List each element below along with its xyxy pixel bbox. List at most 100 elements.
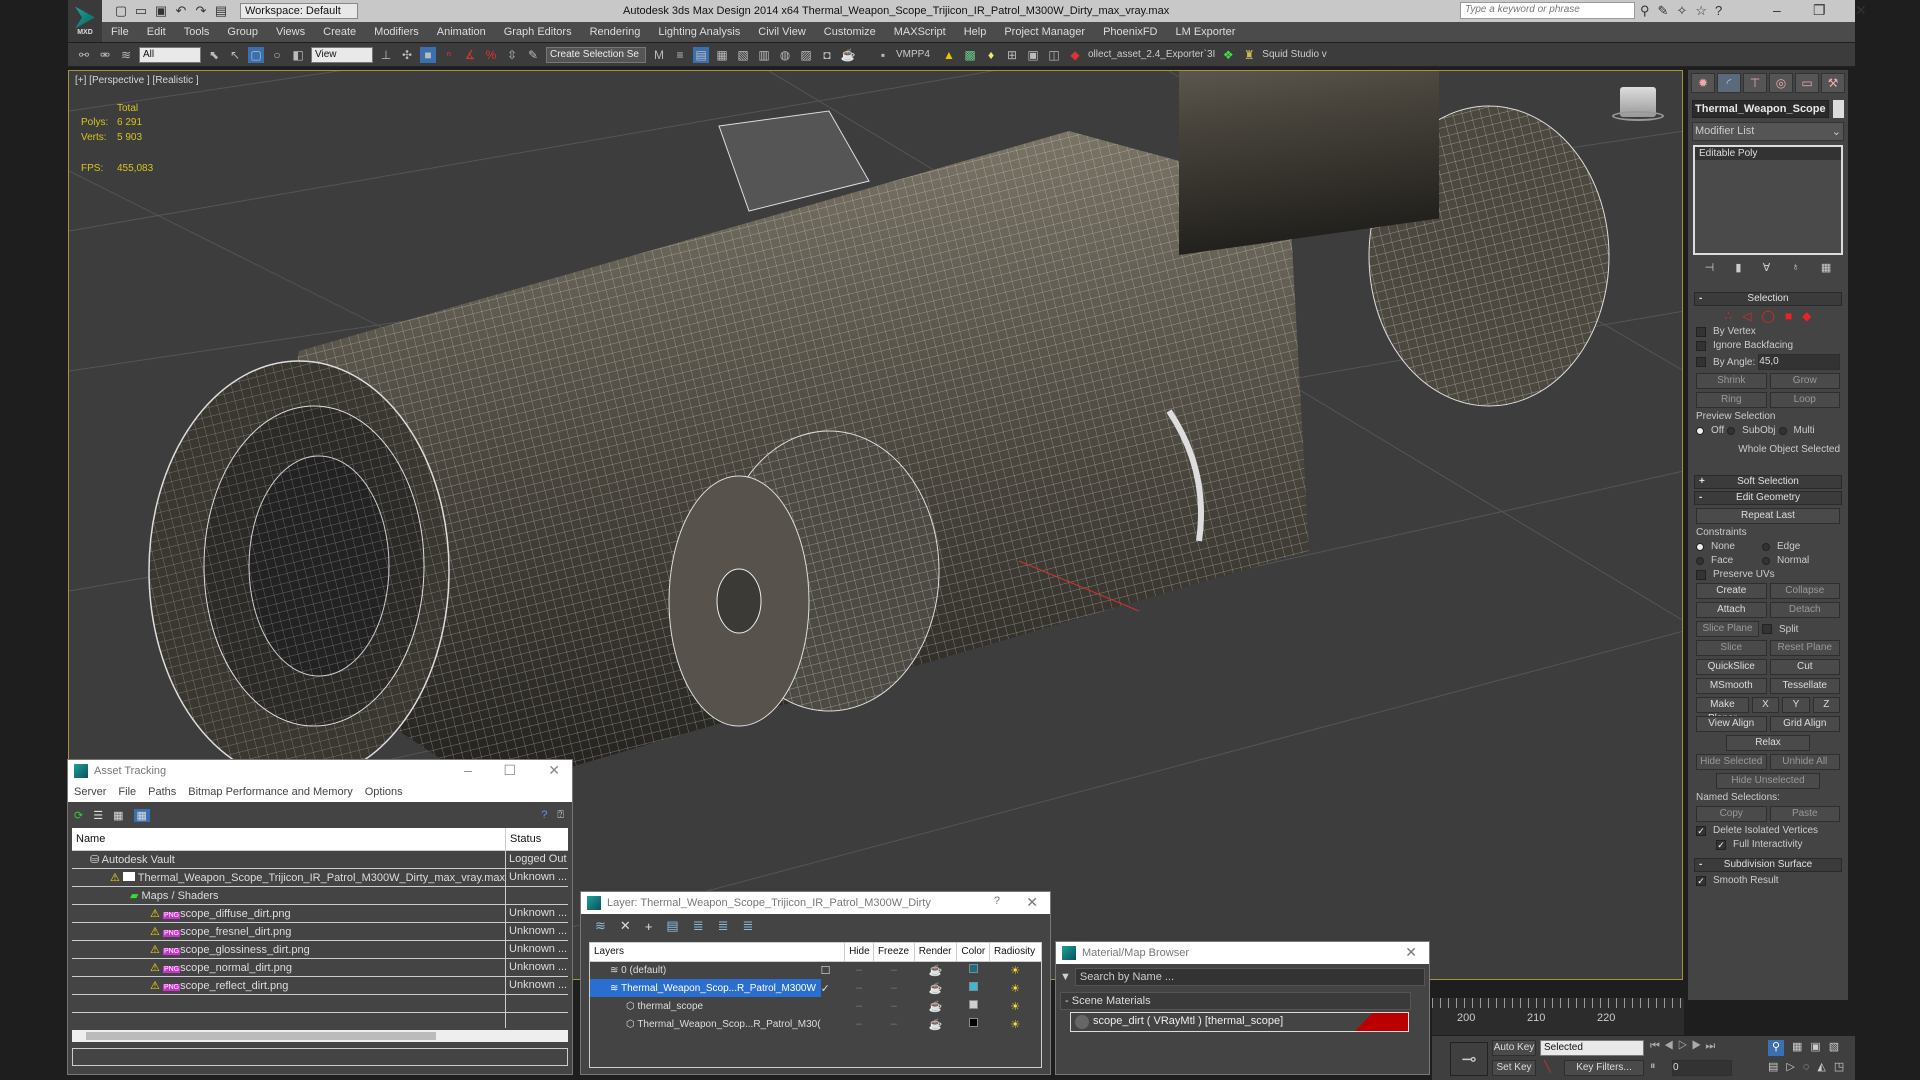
menu-graph-editors[interactable]: Graph Editors [495,26,581,38]
table-view-icon[interactable]: ▦ [133,808,150,822]
asset-row[interactable]: ⚠ PNGscope_diffuse_dirt.png Unknown ... [72,904,568,923]
edge-mode-icon[interactable]: ◁ [1742,309,1751,323]
copy-button[interactable]: Copy [1696,806,1767,822]
search-by-name-input[interactable]: Search by Name ... [1074,968,1425,986]
make-unique-icon[interactable]: ∀ [1763,261,1771,274]
asset-row[interactable]: ▰ Maps / Shaders [72,886,568,905]
favorites-icon[interactable]: ☆ [1695,3,1707,19]
vmpp-label[interactable]: VMPP4 [896,49,936,60]
asset-menu-item[interactable]: Server [74,786,106,798]
menu-group[interactable]: Group [218,26,267,38]
attach-button[interactable]: Attach [1696,602,1767,618]
viewport-nav-icons[interactable]: ▦▣▧ [1792,1040,1847,1053]
asset-row[interactable]: ⚠ Thermal_Weapon_Scope_Trijicon_IR_Patro… [72,868,568,887]
menu-civil-view[interactable]: Civil View [749,26,814,38]
freeze-all-layers-icon[interactable]: ≣ [743,918,754,934]
menu-create[interactable]: Create [314,26,365,38]
new-file-icon[interactable]: ▢ [114,4,128,18]
msmooth-button[interactable]: MSmooth [1696,678,1767,694]
layer-color-swatch[interactable] [957,997,990,1015]
preview-multi-radio[interactable] [1778,426,1787,435]
hide-toggle[interactable]: – [845,997,874,1015]
help-icon[interactable]: ? [1715,3,1722,19]
collapse-button[interactable]: Collapse [1769,583,1840,599]
radiosity-icon[interactable]: ☀ [989,997,1041,1015]
script-icon[interactable]: ◫ [1046,47,1062,63]
asset-row[interactable]: ⚠ PNGscope_reflect_dirt.png Unknown ... [72,976,568,995]
menu-lm-exporter[interactable]: LM Exporter [1166,26,1244,38]
horizontal-scrollbar[interactable] [72,1030,568,1042]
maximize-button[interactable]: ☐ [503,762,516,779]
workspace-dropdown[interactable]: Workspace: Default [240,3,358,19]
freeze-toggle[interactable]: – [873,979,914,997]
layer-column-header[interactable]: Freeze [872,943,915,962]
percent-snap-icon[interactable]: % [483,47,499,63]
key-mode-dropdown[interactable]: Selected [1540,1040,1644,1056]
restore-button[interactable]: ❐ [1813,2,1826,19]
disk-icon[interactable]: ▣ [1025,47,1041,63]
schematic-view-icon[interactable]: ▥ [756,47,772,63]
spinner-snap-icon[interactable]: ⇳ [504,47,520,63]
layer-column-header[interactable]: Layers [590,943,821,962]
render-icon[interactable]: ☕ [840,47,856,63]
asset-row[interactable]: ⚠ PNGscope_glossiness_dirt.png Unknown ..… [72,940,568,959]
unlink-icon[interactable]: ⚮ [97,47,113,63]
edit-named-selection-icon[interactable]: ✎ [525,47,541,63]
layer-column-header[interactable]: Render [913,943,957,962]
view-align-button[interactable]: View Align [1696,716,1767,732]
grow-button[interactable]: Grow [1769,373,1840,389]
constraint-face-radio[interactable] [1696,556,1704,565]
key-filters-button[interactable]: Key Filters... [1564,1060,1644,1076]
asset-path-field[interactable] [72,1048,568,1066]
select-object-icon[interactable]: ⬉ [206,47,222,63]
repeat-last-button[interactable]: Repeat Last [1696,508,1840,524]
close-button[interactable]: ✕ [1026,894,1038,911]
asset-menu-item[interactable]: Bitmap Performance and Memory [188,786,352,798]
layer-column-header[interactable]: Color [956,943,990,962]
layer-row[interactable]: ≋ 0 (default) ☐ – – ☕ ☀ [590,961,1041,979]
constraint-edge-radio[interactable] [1762,542,1770,551]
layer-column-header[interactable]: Hide [844,943,874,962]
planar-z-button[interactable]: Z [1812,697,1841,713]
show-end-result-icon[interactable]: ▮ [1735,261,1741,274]
active-layer-toggle[interactable] [821,1015,845,1033]
menu-views[interactable]: Views [267,26,314,38]
preserve-uvs-checkbox[interactable] [1696,569,1706,580]
modify-tab-icon[interactable]: ◜ [1717,73,1741,93]
keyboard-shortcut-override-icon[interactable]: ■ [420,46,436,63]
grid-align-button[interactable]: Grid Align [1769,716,1840,732]
menu-help[interactable]: Help [955,26,996,38]
subdivision-rollout-header[interactable]: - Subdivision Surface [1694,858,1842,872]
layer-manager-icon[interactable]: ▤ [693,46,709,63]
make-planar-button[interactable]: Make Planar [1696,697,1749,724]
slice-plane-button[interactable]: Slice Plane [1696,621,1759,637]
list-view-icon[interactable]: ☰ [93,809,103,822]
radiosity-icon[interactable]: ☀ [989,961,1041,979]
hide-toggle[interactable]: – [845,1015,874,1033]
highlight-layer-icon[interactable]: ≣ [693,918,704,934]
radiosity-icon[interactable]: ☀ [989,1015,1041,1033]
column-header-name[interactable]: Name [72,828,506,851]
select-objects-in-layer-icon[interactable]: ▤ [666,918,678,934]
save-icon[interactable]: ▣ [154,4,168,18]
planar-x-button[interactable]: X [1751,697,1780,713]
time-config-icon[interactable]: ⏸ [1650,1060,1656,1073]
menu-edit[interactable]: Edit [138,26,175,38]
graphite-ribbon-icon[interactable]: ▦ [714,47,730,63]
motion-tab-icon[interactable]: ◎ [1769,73,1793,93]
split-checkbox[interactable] [1762,624,1772,634]
asset-row[interactable]: ⛁ Autodesk Vault Logged Out [72,850,568,869]
configure-modifier-sets-icon[interactable]: ▦ [1821,261,1831,274]
light-icon[interactable]: ♦ [983,47,999,63]
shrink-button[interactable]: Shrink [1696,373,1767,389]
redo-icon[interactable]: ↷ [194,4,208,18]
edit-geometry-rollout-header[interactable]: - Edit Geometry [1694,491,1842,505]
exporter-label[interactable]: ollect_asset_2.4_Exporter`3I [1088,49,1215,60]
soft-selection-rollout-header[interactable]: + Soft Selection [1694,475,1842,489]
ignore-backfacing-checkbox[interactable] [1696,340,1706,351]
slice-button[interactable]: Slice [1696,640,1767,656]
minimize-button[interactable]: – [1773,2,1781,18]
menu-file[interactable]: File [102,26,138,38]
preview-off-radio[interactable] [1696,426,1704,435]
diamond-icon[interactable]: ❖ [1220,47,1236,63]
